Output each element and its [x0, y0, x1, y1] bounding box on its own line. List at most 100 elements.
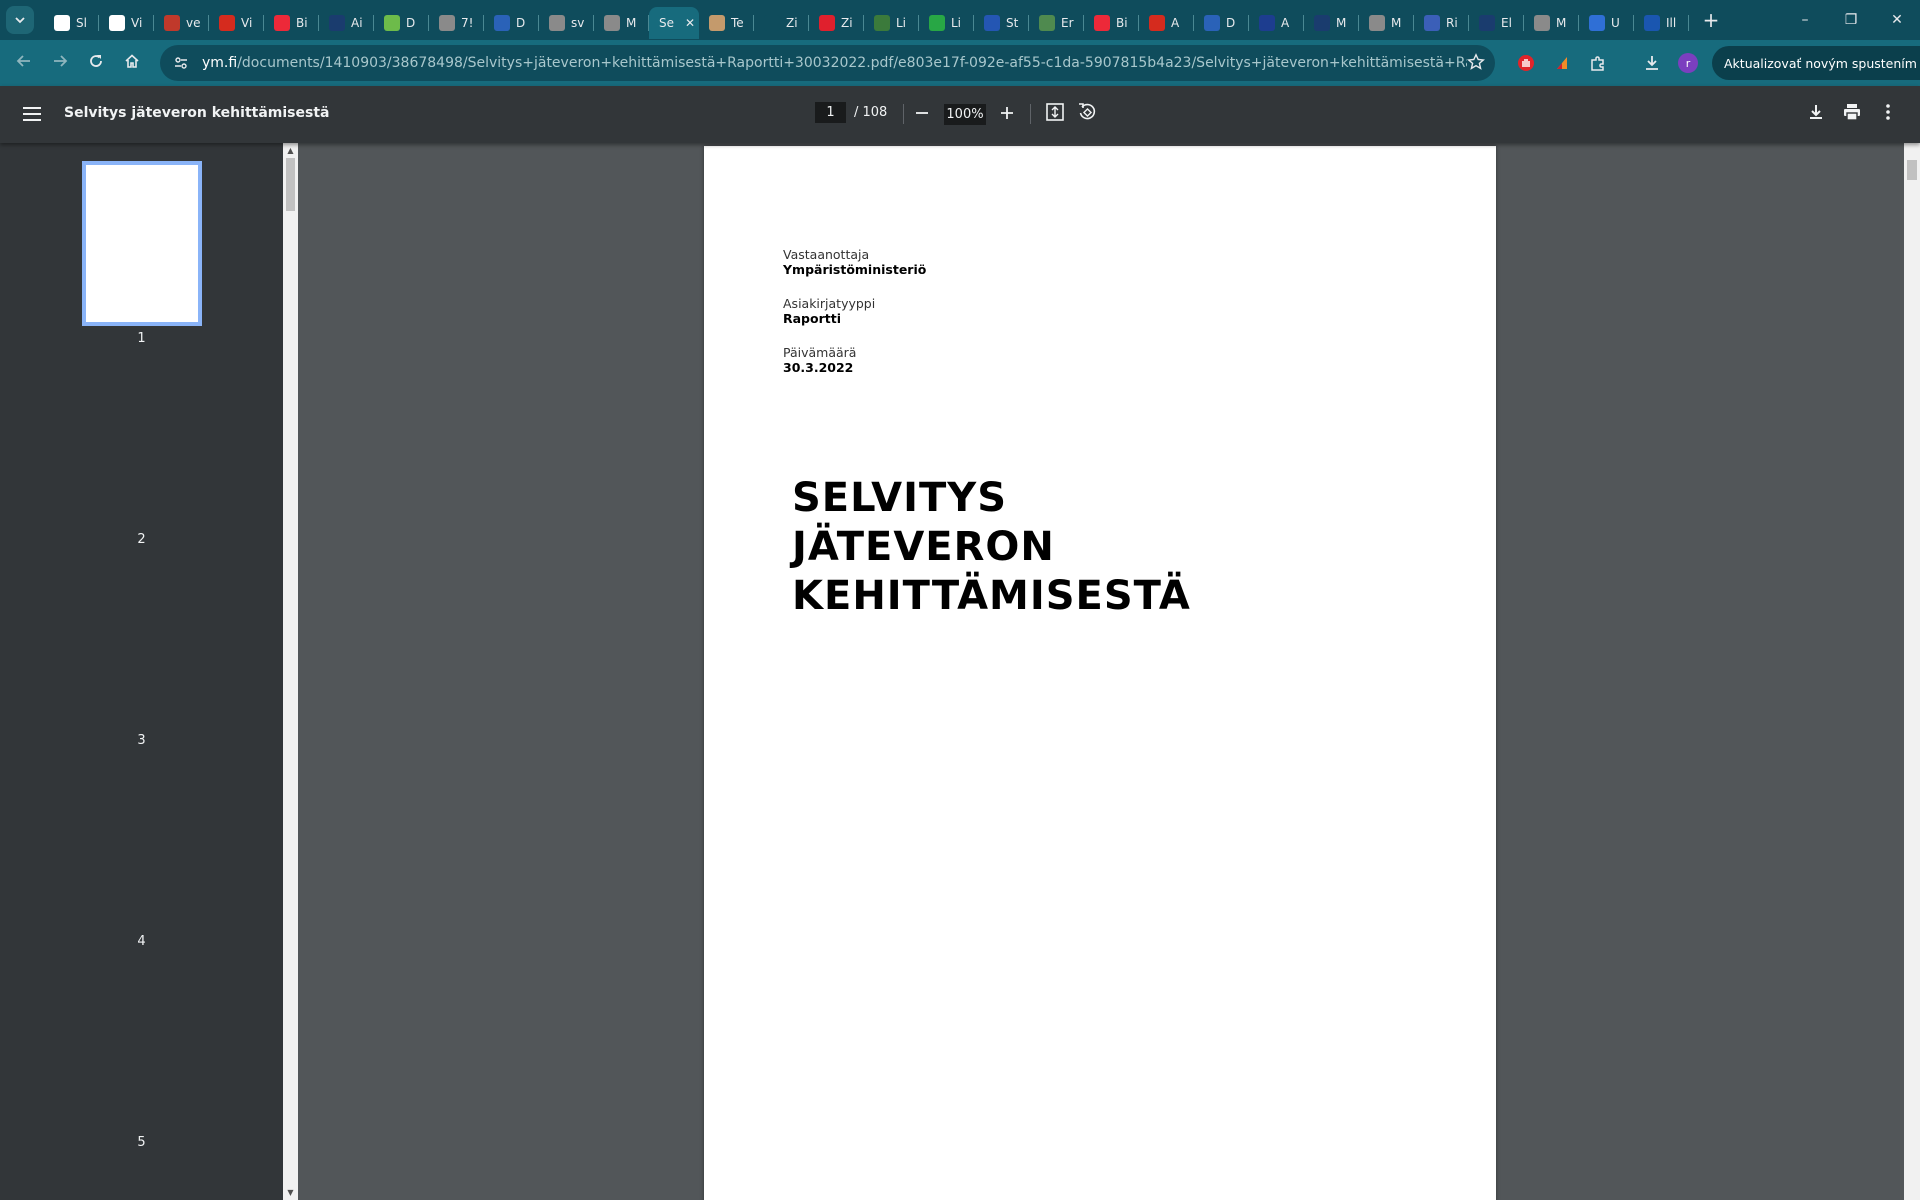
- thumbnail-label[interactable]: 4: [0, 934, 283, 949]
- minimize-button[interactable]: –: [1782, 0, 1828, 40]
- scroll-up-arrow-icon[interactable]: ▲: [283, 143, 298, 158]
- browser-tab[interactable]: Ill: [1634, 7, 1689, 39]
- browser-tab[interactable]: Li: [864, 7, 919, 39]
- st-favicon-icon: [984, 15, 1000, 31]
- bookmark-star-icon[interactable]: [1467, 53, 1485, 75]
- document-title: Selvitys jäteveron kehittämisestä: [64, 105, 330, 121]
- thumbnail-sidebar: 1 2 3 4 5: [0, 143, 283, 1200]
- restore-button[interactable]: ❐: [1828, 0, 1874, 40]
- forward-button[interactable]: [44, 47, 76, 79]
- close-window-button[interactable]: ✕: [1874, 0, 1920, 40]
- tab-label: Li: [896, 16, 907, 30]
- more-options-button[interactable]: [1875, 101, 1901, 127]
- browser-tab[interactable]: Vi: [99, 7, 154, 39]
- puzzle-extensions-icon[interactable]: [1582, 47, 1614, 79]
- browser-tab[interactable]: Ai: [319, 7, 374, 39]
- thumbnail-label[interactable]: 3: [0, 733, 283, 748]
- browser-toolbar: ym.fi/documents/1410903/38678498/Selvity…: [0, 40, 1920, 86]
- swiss-favicon-icon: [219, 15, 235, 31]
- browser-tab[interactable]: ve: [154, 7, 209, 39]
- browser-tab[interactable]: 7!: [429, 7, 484, 39]
- sidebar-menu-button[interactable]: [20, 102, 44, 130]
- site-info-icon[interactable]: [170, 52, 192, 74]
- browser-tab[interactable]: Ri: [1414, 7, 1469, 39]
- sidebar-scrollbar[interactable]: ▲ ▼: [283, 143, 298, 1200]
- map-favicon-icon: [384, 15, 400, 31]
- globe-favicon-icon: [1534, 15, 1550, 31]
- thumbnail-label[interactable]: 2: [0, 532, 283, 547]
- browser-tab[interactable]: Zi: [754, 7, 809, 39]
- total-pages: / 108: [854, 105, 888, 120]
- toolbar-divider: [1030, 104, 1031, 124]
- browser-tab[interactable]: U: [1579, 7, 1634, 39]
- tab-search-button[interactable]: [6, 6, 34, 34]
- tab-label: Vi: [241, 16, 253, 30]
- browser-tab[interactable]: A: [1139, 7, 1194, 39]
- browser-tab[interactable]: D: [484, 7, 539, 39]
- browser-tab[interactable]: El: [1469, 7, 1524, 39]
- browser-tab[interactable]: M: [1524, 7, 1579, 39]
- browser-tab[interactable]: M: [594, 7, 649, 39]
- rotate-button[interactable]: [1074, 101, 1100, 127]
- extensions-area: r: [1510, 47, 1708, 79]
- austria-favicon-icon: [274, 15, 290, 31]
- title-line: KEHITTÄMISESTÄ: [792, 573, 1191, 619]
- browser-tab[interactable]: Sl: [44, 7, 99, 39]
- spreadsheet-favicon-icon: [54, 15, 70, 31]
- browser-tab[interactable]: D: [374, 7, 429, 39]
- browser-tab[interactable]: A: [1249, 7, 1304, 39]
- reload-button[interactable]: [80, 47, 112, 79]
- back-arrow-icon: [16, 53, 32, 73]
- address-bar[interactable]: ym.fi/documents/1410903/38678498/Selvity…: [160, 45, 1495, 81]
- flag-extension-icon[interactable]: [1546, 47, 1578, 79]
- tree-favicon-icon: [1039, 15, 1055, 31]
- browser-tab[interactable]: D: [1194, 7, 1249, 39]
- downloads-icon[interactable]: [1636, 47, 1668, 79]
- download-button[interactable]: [1803, 101, 1829, 127]
- browser-tab[interactable]: sv: [539, 7, 594, 39]
- browser-tab[interactable]: Vi: [209, 7, 264, 39]
- person-favicon-icon: [1644, 15, 1660, 31]
- url-text[interactable]: ym.fi/documents/1410903/38678498/Selvity…: [202, 55, 1467, 71]
- document-scrollbar[interactable]: [1904, 143, 1920, 1200]
- tab-label: M: [1336, 16, 1347, 30]
- browser-tab[interactable]: Li: [919, 7, 974, 39]
- browser-tab[interactable]: St: [974, 7, 1029, 39]
- tab-label: D: [516, 16, 526, 30]
- tab-label: U: [1611, 16, 1620, 30]
- browser-tab[interactable]: M: [1359, 7, 1414, 39]
- fit-page-button[interactable]: [1042, 101, 1068, 127]
- zoom-out-button[interactable]: [909, 101, 935, 127]
- tab-active[interactable]: Se ✕: [649, 7, 699, 39]
- thumbnail-label[interactable]: 5: [0, 1135, 283, 1150]
- browser-tab[interactable]: M: [1304, 7, 1359, 39]
- profile-avatar[interactable]: r: [1672, 47, 1704, 79]
- print-button[interactable]: [1839, 101, 1865, 127]
- document-scroll-thumb[interactable]: [1907, 160, 1917, 180]
- browser-tab[interactable]: Te: [699, 7, 754, 39]
- browser-tab[interactable]: Zi: [809, 7, 864, 39]
- minus-icon: [915, 105, 929, 124]
- profile-initial: r: [1685, 57, 1691, 70]
- zoom-in-button[interactable]: [994, 101, 1020, 127]
- page-thumbnail-1[interactable]: [82, 161, 202, 326]
- sidebar-scroll-thumb[interactable]: [286, 158, 295, 211]
- browser-tab[interactable]: Bi: [1084, 7, 1139, 39]
- zoom-level-input[interactable]: 100%: [944, 104, 986, 125]
- page-number-input[interactable]: [815, 102, 846, 123]
- document-viewport: Vastaanottaja Ympäristöministeriö Asiaki…: [298, 143, 1904, 1200]
- browser-tab[interactable]: Bi: [264, 7, 319, 39]
- ds-favicon-icon: [494, 15, 510, 31]
- new-tab-button[interactable]: +: [1697, 6, 1725, 34]
- recipient-label: Vastaanottaja: [783, 247, 870, 262]
- close-tab-icon[interactable]: ✕: [685, 16, 695, 30]
- reload-icon: [88, 53, 104, 73]
- hand-extension-icon[interactable]: [1510, 47, 1542, 79]
- tab-label: A: [1171, 16, 1180, 30]
- browser-tab[interactable]: Er: [1029, 7, 1084, 39]
- ai-favicon-icon: [1479, 15, 1495, 31]
- back-button[interactable]: [8, 47, 40, 79]
- home-button[interactable]: [116, 47, 148, 79]
- update-relaunch-button[interactable]: Aktualizovať novým spustením: [1712, 46, 1920, 80]
- scroll-down-arrow-icon[interactable]: ▼: [283, 1185, 298, 1200]
